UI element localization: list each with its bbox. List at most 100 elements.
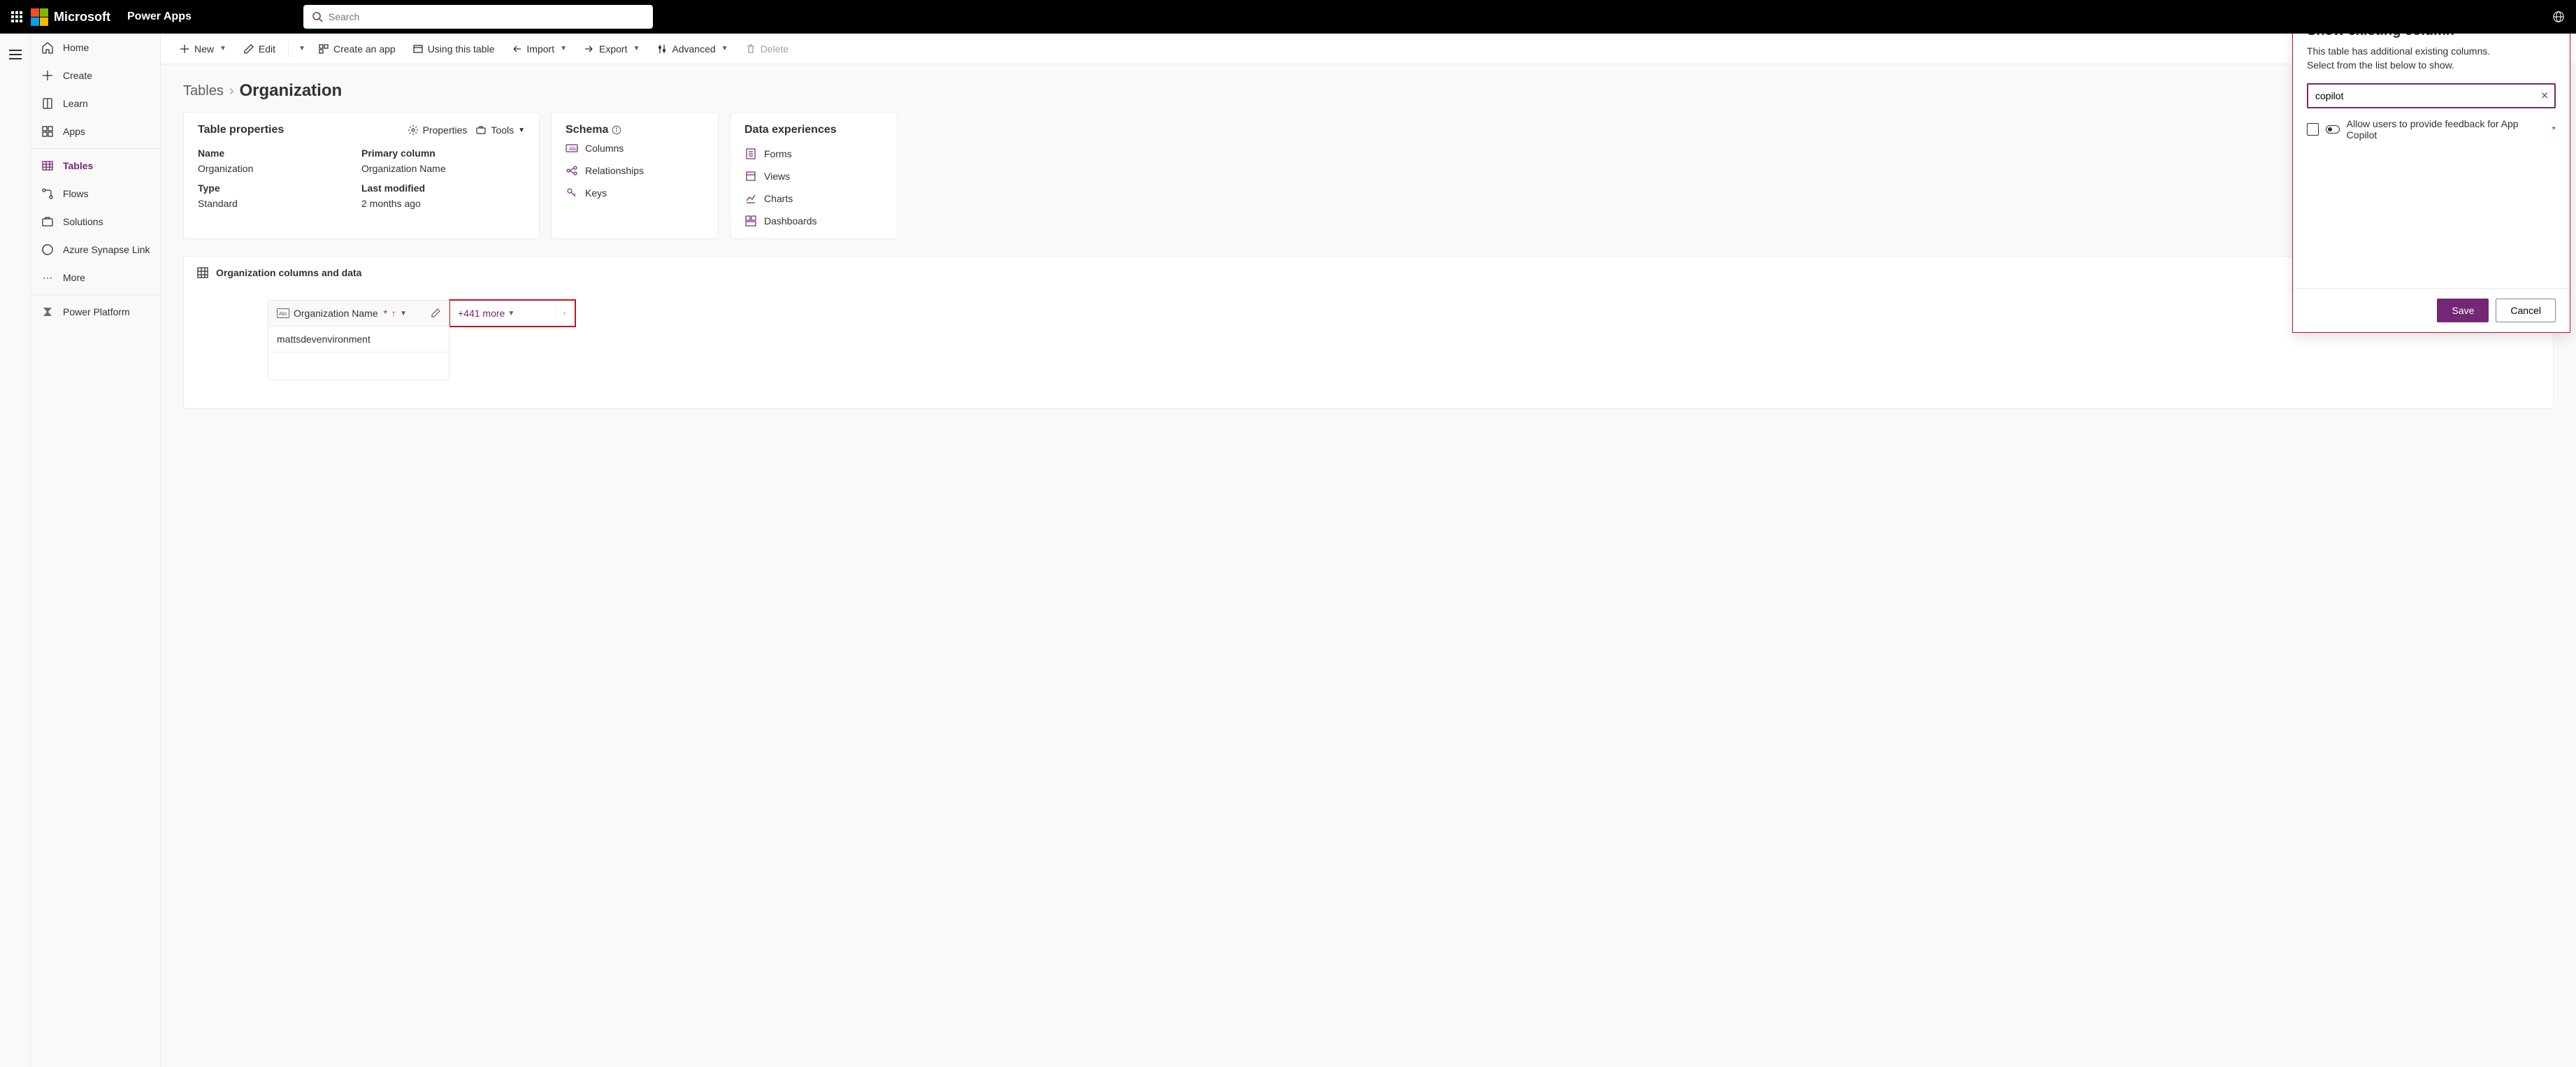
import-icon [511, 43, 522, 55]
relationship-icon [566, 164, 578, 177]
dashboard-icon [744, 215, 757, 227]
export-icon [584, 43, 595, 55]
card-title: Table properties [198, 124, 284, 136]
prop-label: Primary column [361, 148, 525, 159]
cmd-create-app[interactable]: Create an app [311, 39, 403, 59]
exp-forms[interactable]: Forms [744, 148, 883, 160]
nav-more[interactable]: ⋯ More [31, 264, 160, 292]
nav-label: Learn [63, 98, 88, 109]
app-launcher-icon[interactable] [6, 6, 28, 28]
column-search-input[interactable] [2307, 83, 2556, 108]
chevron-down-icon: ▼ [220, 45, 226, 52]
nav-tables[interactable]: Tables [31, 152, 160, 180]
breadcrumb: Tables › Organization [161, 64, 2576, 112]
prop-label: Name [198, 148, 361, 159]
environment-icon[interactable] [2552, 10, 2565, 23]
global-search[interactable] [303, 5, 653, 29]
schema-relationships[interactable]: Relationships [566, 164, 704, 177]
data-cell[interactable]: mattsdevenvironment [268, 327, 449, 352]
edit-pencil-icon[interactable] [431, 308, 440, 318]
nav-label: Tables [63, 160, 93, 171]
more-columns-cell: +441 more ▼ [449, 300, 575, 327]
exp-charts[interactable]: Charts [744, 192, 883, 205]
clear-icon[interactable]: ✕ [2540, 90, 2549, 102]
left-nav: Home Create Learn Apps Tables Flows Solu… [31, 34, 161, 1067]
card-title: Schema [566, 124, 621, 136]
power-platform-icon [41, 305, 55, 319]
info-icon[interactable] [612, 125, 621, 135]
cmd-delete[interactable]: Delete [738, 39, 796, 59]
schema-columns[interactable]: Abc Columns [566, 142, 704, 155]
table-shortcut-icon [412, 43, 424, 55]
column-header[interactable]: Abc Organization Name* ↑ ▼ [268, 300, 449, 327]
panel-search: ✕ [2307, 83, 2556, 108]
table-icon [41, 159, 55, 173]
cmd-edit[interactable]: Edit [236, 39, 282, 59]
nav-apps[interactable]: Apps [31, 117, 160, 145]
nav-create[interactable]: Create [31, 62, 160, 89]
checkbox[interactable] [2307, 123, 2319, 136]
cmd-new[interactable]: New ▼ [172, 39, 233, 59]
flow-icon [41, 187, 55, 201]
svg-text:Abc: Abc [569, 147, 578, 152]
nav-learn[interactable]: Learn [31, 89, 160, 117]
trash-icon [745, 43, 756, 55]
brand-text: Microsoft [54, 10, 110, 24]
nav-label: More [63, 272, 85, 283]
hamburger-icon[interactable] [0, 39, 31, 70]
toolbox-icon [475, 124, 487, 136]
data-experiences-card: Data experiences Forms Views Charts [730, 112, 898, 239]
app-title[interactable]: Power Apps [127, 10, 192, 23]
prop-label: Type [198, 182, 361, 194]
more-icon: ⋯ [41, 271, 55, 285]
chart-icon [744, 192, 757, 205]
command-bar: New ▼ Edit ▼ Create an app Using this ta… [161, 34, 2576, 64]
prop-value: Organization Name [361, 163, 525, 174]
prop-label: Last modified [361, 182, 525, 194]
search-input[interactable] [329, 11, 645, 22]
tools-action[interactable]: Tools ▼ [475, 124, 525, 136]
chevron-down-icon: ▼ [508, 310, 515, 317]
nav-synapse[interactable]: Azure Synapse Link [31, 236, 160, 264]
nav-label: Home [63, 42, 89, 53]
nav-power-platform[interactable]: Power Platform [31, 298, 160, 326]
required-indicator: * [2552, 124, 2556, 135]
chevron-down-icon[interactable]: ▼ [400, 310, 407, 317]
nav-label: Flows [63, 188, 89, 199]
add-column-button[interactable] [555, 308, 566, 319]
breadcrumb-root[interactable]: Tables [183, 83, 224, 99]
pencil-icon [243, 43, 254, 55]
sliders-icon [656, 43, 668, 55]
close-icon[interactable]: ✕ [2551, 34, 2560, 36]
table-properties-card: Table properties Properties Tools ▼ [183, 112, 540, 239]
schema-keys[interactable]: Keys [566, 187, 704, 199]
cmd-import[interactable]: Import ▼ [504, 39, 574, 59]
nav-flows[interactable]: Flows [31, 180, 160, 208]
prop-value: 2 months ago [361, 198, 525, 209]
apps-icon [41, 124, 55, 138]
cmd-export[interactable]: Export ▼ [577, 39, 647, 59]
text-type-icon: Abc [277, 308, 289, 318]
nav-solutions[interactable]: Solutions [31, 208, 160, 236]
svg-text:Abc: Abc [279, 312, 288, 317]
nav-label: Power Platform [63, 306, 130, 317]
key-icon [566, 187, 578, 199]
empty-cell[interactable] [268, 352, 449, 380]
exp-dashboards[interactable]: Dashboards [744, 215, 883, 227]
column-result-row[interactable]: Allow users to provide feedback for App … [2307, 118, 2556, 141]
cmd-using-table[interactable]: Using this table [405, 39, 502, 59]
form-icon [744, 148, 757, 160]
save-button[interactable]: Save [2437, 299, 2489, 322]
nav-label: Solutions [63, 216, 103, 227]
exp-views[interactable]: Views [744, 170, 883, 182]
cancel-button[interactable]: Cancel [2496, 299, 2556, 322]
view-icon [744, 170, 757, 182]
synapse-icon [41, 243, 55, 257]
nav-home[interactable]: Home [31, 34, 160, 62]
properties-action[interactable]: Properties [408, 124, 468, 136]
more-columns-button[interactable]: +441 more ▼ [458, 308, 515, 319]
cmd-edit-dropdown[interactable]: ▼ [294, 41, 308, 57]
app-icon [318, 43, 329, 55]
cmd-advanced[interactable]: Advanced ▼ [649, 39, 735, 59]
yesno-type-icon [2326, 125, 2339, 134]
